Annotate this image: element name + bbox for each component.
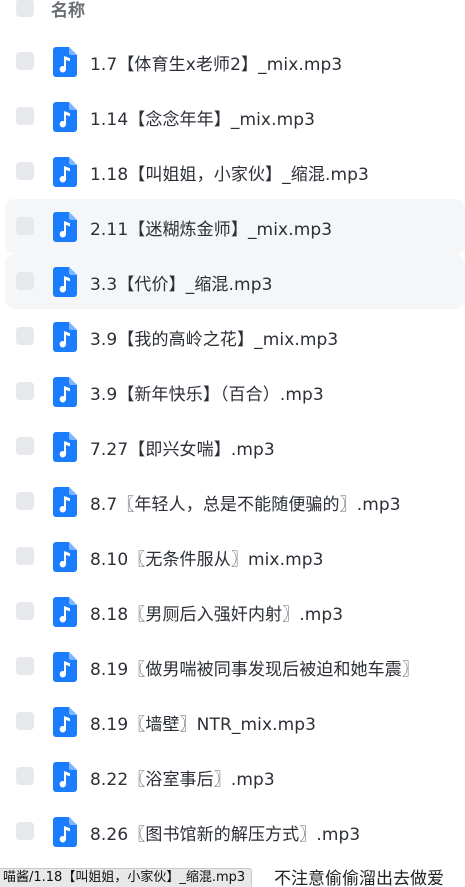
- file-checkbox[interactable]: [16, 107, 34, 125]
- file-row[interactable]: 3.3【代价】_缩混.mp3: [5, 254, 465, 309]
- file-name[interactable]: 8.19〖做男喘被同事发现后被迫和她车震〗: [90, 655, 419, 680]
- file-name[interactable]: 8.26〖图书馆新的解压方式〗.mp3: [90, 820, 360, 845]
- path-tooltip: 喵酱/1.18【叫姐姐，小家伙】_缩混.mp3: [0, 868, 253, 887]
- file-name[interactable]: 2.11【迷糊炼金师】_mix.mp3: [90, 215, 332, 240]
- file-name[interactable]: 8.22〖浴室事后〗.mp3: [90, 765, 275, 790]
- file-name[interactable]: 3.9【我的高岭之花】_mix.mp3: [90, 325, 338, 350]
- file-browser: 名称 1.7【体育生x老师2】_mix.mp3 1.14【念念年年】_mix.mp…: [0, 0, 465, 887]
- file-checkbox[interactable]: [16, 547, 34, 565]
- music-note-icon: [53, 102, 77, 132]
- file-checkbox[interactable]: [16, 657, 34, 675]
- file-row[interactable]: 7.27【即兴女喘】.mp3: [0, 419, 465, 474]
- file-checkbox[interactable]: [16, 327, 34, 345]
- music-note-icon: [53, 762, 77, 792]
- trailing-text: 不注意偷偷溜出去做爱: [274, 869, 444, 887]
- file-row[interactable]: 3.9【新年快乐】（百合）.mp3: [0, 364, 465, 419]
- music-note-icon: [53, 652, 77, 682]
- column-header-name[interactable]: 名称: [51, 0, 85, 21]
- file-list: 1.7【体育生x老师2】_mix.mp3 1.14【念念年年】_mix.mp3 1.…: [0, 34, 465, 859]
- file-row[interactable]: 8.19〖墙壁〗NTR_mix.mp3: [0, 694, 465, 749]
- select-all-checkbox[interactable]: [16, 0, 34, 17]
- music-note-icon: [53, 377, 77, 407]
- file-row[interactable]: 8.18〖男厕后入强奸内射〗.mp3: [0, 584, 465, 639]
- status-tooltip-area: 喵酱/1.18【叫姐姐，小家伙】_缩混.mp3 不注意偷偷溜出去做爱: [0, 866, 465, 887]
- music-note-icon: [53, 542, 77, 572]
- file-checkbox[interactable]: [16, 272, 34, 290]
- file-checkbox[interactable]: [16, 492, 34, 510]
- music-note-icon: [53, 597, 77, 627]
- file-checkbox[interactable]: [16, 217, 34, 235]
- music-note-icon: [53, 157, 77, 187]
- music-note-icon: [53, 47, 77, 77]
- file-name[interactable]: 8.18〖男厕后入强奸内射〗.mp3: [90, 600, 343, 625]
- file-row[interactable]: 1.7【体育生x老师2】_mix.mp3: [0, 34, 465, 89]
- file-row[interactable]: 8.22〖浴室事后〗.mp3: [0, 749, 465, 804]
- file-row[interactable]: 3.9【我的高岭之花】_mix.mp3: [0, 309, 465, 364]
- file-row[interactable]: 1.14【念念年年】_mix.mp3: [0, 89, 465, 144]
- file-checkbox[interactable]: [16, 382, 34, 400]
- music-note-icon: [53, 322, 77, 352]
- file-name[interactable]: 1.7【体育生x老师2】_mix.mp3: [90, 50, 342, 75]
- file-row[interactable]: 8.10〖无条件服从〗mix.mp3: [0, 529, 465, 584]
- file-checkbox[interactable]: [16, 712, 34, 730]
- file-checkbox[interactable]: [16, 162, 34, 180]
- music-note-icon: [53, 707, 77, 737]
- file-name[interactable]: 1.14【念念年年】_mix.mp3: [90, 105, 315, 130]
- file-name[interactable]: 3.3【代价】_缩混.mp3: [90, 270, 273, 295]
- file-row[interactable]: 8.26〖图书馆新的解压方式〗.mp3: [0, 804, 465, 859]
- file-checkbox[interactable]: [16, 822, 34, 840]
- file-name[interactable]: 3.9【新年快乐】（百合）.mp3: [90, 380, 324, 405]
- file-checkbox[interactable]: [16, 437, 34, 455]
- file-row[interactable]: 8.19〖做男喘被同事发现后被迫和她车震〗: [0, 639, 465, 694]
- file-row[interactable]: 8.7〖年轻人，总是不能随便骗的〗.mp3: [0, 474, 465, 529]
- music-note-icon: [53, 432, 77, 462]
- file-name[interactable]: 8.7〖年轻人，总是不能随便骗的〗.mp3: [90, 490, 401, 515]
- music-note-icon: [53, 267, 77, 297]
- file-name[interactable]: 8.10〖无条件服从〗mix.mp3: [90, 545, 324, 570]
- file-name[interactable]: 8.19〖墙壁〗NTR_mix.mp3: [90, 710, 316, 735]
- file-row[interactable]: 1.18【叫姐姐，小家伙】_缩混.mp3: [0, 144, 465, 199]
- music-note-icon: [53, 487, 77, 517]
- music-note-icon: [53, 212, 77, 242]
- file-checkbox[interactable]: [16, 52, 34, 70]
- music-note-icon: [53, 817, 77, 847]
- file-checkbox[interactable]: [16, 602, 34, 620]
- file-name[interactable]: 1.18【叫姐姐，小家伙】_缩混.mp3: [90, 160, 369, 185]
- file-row[interactable]: 2.11【迷糊炼金师】_mix.mp3: [5, 199, 465, 254]
- list-header: 名称: [0, 0, 465, 28]
- file-name[interactable]: 7.27【即兴女喘】.mp3: [90, 435, 275, 460]
- file-checkbox[interactable]: [16, 767, 34, 785]
